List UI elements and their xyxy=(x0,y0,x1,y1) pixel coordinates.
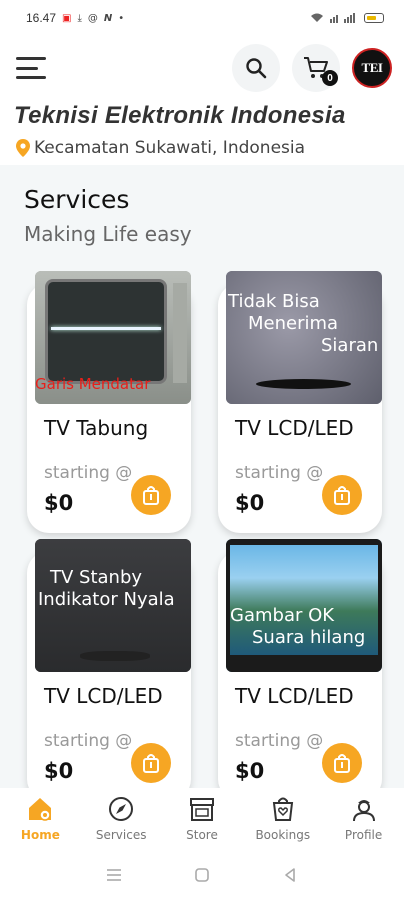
starting-label: starting @ xyxy=(44,463,133,483)
search-button[interactable] xyxy=(232,44,280,92)
menu-icon[interactable] xyxy=(16,54,48,82)
back-icon[interactable] xyxy=(282,867,298,883)
section-subtitle: Making Life easy xyxy=(24,222,192,246)
service-price: $0 xyxy=(44,759,74,783)
nav-item-services[interactable]: Services xyxy=(85,794,157,842)
bookings-icon xyxy=(268,794,298,824)
cart-button[interactable]: 0 xyxy=(292,44,340,92)
service-price: $0 xyxy=(235,491,265,515)
service-image-caption: Garis Mendatar xyxy=(35,375,151,393)
shopping-bag-icon xyxy=(143,486,159,505)
services-section: Services Making Life easy Garis Mendatar… xyxy=(0,165,404,788)
service-card[interactable]: Tidak Bisa Menerima Siaran TV LCD/LED st… xyxy=(218,271,382,533)
book-button[interactable] xyxy=(131,743,171,783)
service-name: TV Tabung xyxy=(44,416,149,440)
signal-icon xyxy=(330,13,355,23)
service-image: Gambar OK Suara hilang xyxy=(226,539,382,672)
service-image-caption: Siaran xyxy=(321,335,379,356)
cart-count-badge: 0 xyxy=(322,70,338,86)
nav-item-bookings[interactable]: Bookings xyxy=(247,794,319,842)
location-pin-icon xyxy=(16,139,30,157)
service-image-caption: Suara hilang xyxy=(252,627,366,648)
nav-label: Bookings xyxy=(255,828,311,842)
section-title: Services xyxy=(24,185,130,214)
bottom-navigation: Home Services Store Bookings Profile xyxy=(0,788,404,850)
n-icon: N xyxy=(103,12,113,24)
starting-label: starting @ xyxy=(235,463,324,483)
nav-item-store[interactable]: Store xyxy=(166,794,238,842)
starting-label: starting @ xyxy=(235,731,324,751)
service-image-caption: Indikator Nyala xyxy=(38,589,175,610)
wifi-icon xyxy=(311,13,323,22)
service-image-caption: TV Stanby xyxy=(50,567,143,588)
status-bar: 16.47 ▣ ⤓ @ N • xyxy=(0,0,404,36)
service-image-caption: Menerima xyxy=(248,313,339,334)
app-header: 0 TEI xyxy=(0,36,404,100)
nav-item-profile[interactable]: Profile xyxy=(328,794,400,842)
logo-text: TEI xyxy=(361,60,383,75)
service-image-caption: Tidak Bisa xyxy=(228,291,320,312)
shopping-bag-icon xyxy=(334,486,350,505)
battery-icon xyxy=(364,13,384,23)
service-price: $0 xyxy=(235,759,265,783)
service-card[interactable]: TV Stanby Indikator Nyala TV LCD/LED sta… xyxy=(27,539,191,788)
nav-item-home[interactable]: Home xyxy=(4,794,76,842)
nav-label: Services xyxy=(95,828,147,842)
service-image: Tidak Bisa Menerima Siaran xyxy=(226,271,382,404)
notification-icon: ▣ xyxy=(62,12,72,24)
brand-logo[interactable]: TEI xyxy=(352,48,392,88)
location-text: Kecamatan Sukawati, Indonesia xyxy=(34,138,306,158)
shopping-bag-icon xyxy=(143,754,159,773)
search-icon xyxy=(246,58,267,79)
nav-label: Store xyxy=(186,828,218,842)
location-row[interactable]: Kecamatan Sukawati, Indonesia xyxy=(0,136,404,160)
status-dot: • xyxy=(118,12,125,24)
service-image-caption: Gambar OK xyxy=(230,605,335,626)
service-image: TV Stanby Indikator Nyala xyxy=(35,539,191,672)
service-name: TV LCD/LED xyxy=(44,684,163,708)
service-image: Garis Mendatar xyxy=(35,271,191,404)
home-icon xyxy=(25,794,55,824)
system-navigation-bar xyxy=(0,850,404,900)
home-system-icon[interactable] xyxy=(194,867,210,883)
service-name: TV LCD/LED xyxy=(235,684,354,708)
store-icon xyxy=(187,794,217,824)
download-icon: ⤓ xyxy=(77,12,82,24)
compass-icon xyxy=(106,794,136,824)
service-name: TV LCD/LED xyxy=(235,416,354,440)
book-button[interactable] xyxy=(322,743,362,783)
starting-label: starting @ xyxy=(44,731,133,751)
status-time: 16.47 xyxy=(26,11,57,25)
profile-icon xyxy=(349,794,379,824)
service-card[interactable]: Gambar OK Suara hilang TV LCD/LED starti… xyxy=(218,539,382,788)
service-price: $0 xyxy=(44,491,74,515)
shopping-bag-icon xyxy=(334,754,350,773)
at-icon: @ xyxy=(87,12,98,24)
book-button[interactable] xyxy=(322,475,362,515)
book-button[interactable] xyxy=(131,475,171,515)
brand-title: Teknisi Elektronik Indonesia xyxy=(14,102,346,129)
nav-label: Home xyxy=(20,828,60,842)
service-card[interactable]: Garis Mendatar TV Tabung starting @ $0 xyxy=(27,271,191,533)
recent-apps-icon[interactable] xyxy=(106,868,122,882)
nav-label: Profile xyxy=(344,828,383,842)
